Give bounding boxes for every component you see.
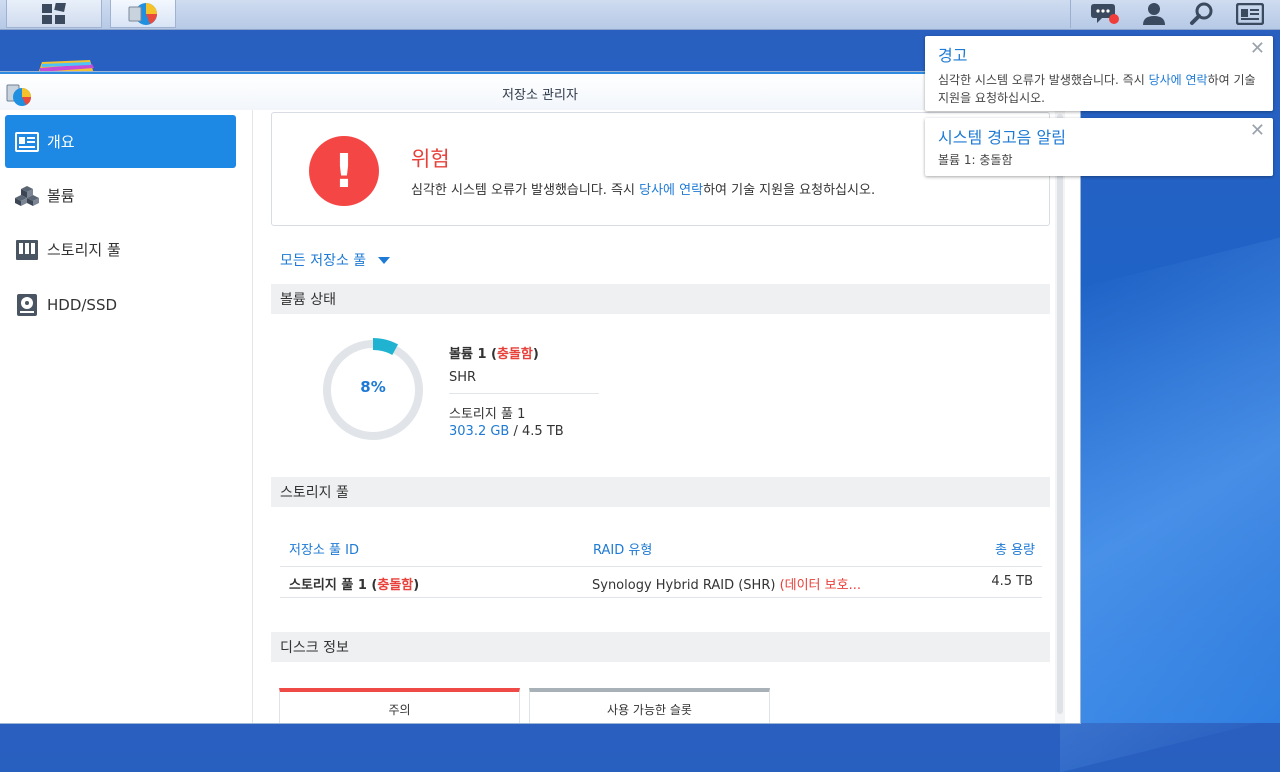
close-icon[interactable]: ✕ [1250,39,1265,59]
user-icon [1143,3,1165,25]
raid-type-cell: Synology Hybrid RAID (SHR) (데이터 보호... [592,574,861,593]
notification-contact-link[interactable]: 당사에 연락 [1149,73,1208,87]
capacity-separator: / [513,424,518,439]
grid-icon [42,2,66,24]
storage-manager-window: 저장소 관리자 개요 볼륨 스토리지 풀 HDD/SSD ! 위험 심각한 시스… [0,72,1080,723]
volume-type: SHR [449,370,477,385]
caret-down-icon [378,256,391,264]
raid-type: Synology Hybrid RAID (SHR) [592,578,776,593]
hdd-icon [15,293,39,317]
notification-beep-alert[interactable]: 시스템 경고음 알림 볼륨 1: 충돌함 ✕ [925,118,1273,176]
window-title: 저장소 관리자 [502,88,578,103]
volume-divider [449,393,599,394]
storage-manager-app-icon [128,2,157,25]
taskbar [0,0,1280,30]
volume-name-line[interactable]: 볼륨 1 (충돌함) [449,343,599,362]
notifications-button[interactable] [1083,0,1127,28]
pool-filter-dropdown[interactable]: 모든 저장소 풀 [280,250,391,270]
column-header-pool-id[interactable]: 저장소 풀 ID [289,539,359,558]
contact-us-link[interactable]: 당사에 연락 [639,183,703,198]
section-storage-pool: 스토리지 풀 [271,477,1050,507]
user-button[interactable] [1132,0,1176,28]
column-header-total-capacity[interactable]: 총 용량 [995,539,1035,558]
notification-warning[interactable]: 경고 심각한 시스템 오류가 발생했습니다. 즉시 당사에 연락하여 기술 지원… [925,36,1273,111]
id-card-icon [1236,3,1264,25]
sidebar-item-overview[interactable]: 개요 [5,115,236,168]
chat-notification-icon [1091,4,1119,24]
volume-total: 4.5 TB [522,424,564,439]
pool-id: 스토리지 풀 1 [289,578,367,593]
raid-status: (데이터 보호... [779,578,861,593]
notification-text-before: 심각한 시스템 오류가 발생했습니다. 즉시 [938,73,1149,87]
widgets-button[interactable] [1228,0,1272,28]
section-volume-status: 볼륨 상태 [271,284,1050,314]
sidebar-item-label: 볼륨 [47,187,75,205]
sidebar-item-volume[interactable]: 볼륨 [5,169,236,222]
pool-id-cell: 스토리지 풀 1 (충돌함) [289,578,420,593]
close-icon[interactable]: ✕ [1250,121,1265,141]
main-menu-button[interactable] [6,0,102,28]
section-disk-info: 디스크 정보 [271,632,1050,662]
volume-capacity: 303.2 GB / 4.5 TB [449,424,599,439]
scrollbar-thumb[interactable] [1057,114,1063,714]
pool-status: 충돌함 [377,578,414,593]
sidebar-item-hdd-ssd[interactable]: HDD/SSD [5,278,236,331]
cubes-icon [15,184,39,208]
search-button[interactable] [1180,0,1224,28]
search-icon [1190,2,1213,25]
exclamation-icon: ! [309,136,379,206]
notification-body: 심각한 시스템 오류가 발생했습니다. 즉시 당사에 연락하여 기술 지원을 요… [938,71,1259,107]
column-header-raid-type[interactable]: RAID 유형 [593,539,652,558]
capacity-cell: 4.5 TB [991,574,1033,589]
alert-text-before: 심각한 시스템 오류가 발생했습니다. 즉시 [411,183,640,198]
alert-message: 심각한 시스템 오류가 발생했습니다. 즉시 당사에 연락하여 기술 지원을 요… [411,179,875,198]
window-titlebar[interactable]: 저장소 관리자 [0,72,1080,110]
table-row-divider [280,597,1042,598]
volume-used: 303.2 GB [449,424,510,439]
volume-info: 볼륨 1 (충돌함) SHR 스토리지 풀 1 303.2 GB / 4.5 T… [449,343,599,439]
content-scrollbar[interactable] [1055,110,1065,723]
pool-filter-label: 모든 저장소 풀 [280,253,367,269]
disk-tab-warning[interactable]: 주의 [279,688,520,723]
notification-title: 시스템 경고음 알림 [938,128,1066,147]
overview-content: ! 위험 심각한 시스템 오류가 발생했습니다. 즉시 당사에 연락하여 기술 … [253,110,1063,723]
sidebar-item-label: 스토리지 풀 [47,241,121,259]
notification-title: 경고 [938,46,968,65]
notification-body: 볼륨 1: 충돌함 [938,153,1013,167]
desktop-wallpaper [1060,227,1280,772]
alert-text-after: 하여 기술 지원을 요청하십시오. [703,183,876,198]
sidebar: 개요 볼륨 스토리지 풀 HDD/SSD [0,110,253,723]
overview-card-icon [15,130,39,154]
volume-pool: 스토리지 풀 1 [449,407,526,422]
alert-title: 위험 [411,147,450,171]
volume-usage-percent: 8% [360,378,386,396]
taskbar-separator [1070,0,1071,28]
volume-status: 충돌함 [496,347,533,362]
sidebar-item-label: 개요 [47,133,75,151]
table-header-divider [280,566,1042,567]
disk-tab-available-slots[interactable]: 사용 가능한 슬롯 [529,688,770,723]
sidebar-item-storage-pool[interactable]: 스토리지 풀 [5,223,236,276]
volume-name: 볼륨 1 [449,347,487,362]
taskbar-storage-manager-button[interactable] [110,0,176,28]
storage-pool-icon [15,238,39,262]
sidebar-item-label: HDD/SSD [47,295,118,314]
